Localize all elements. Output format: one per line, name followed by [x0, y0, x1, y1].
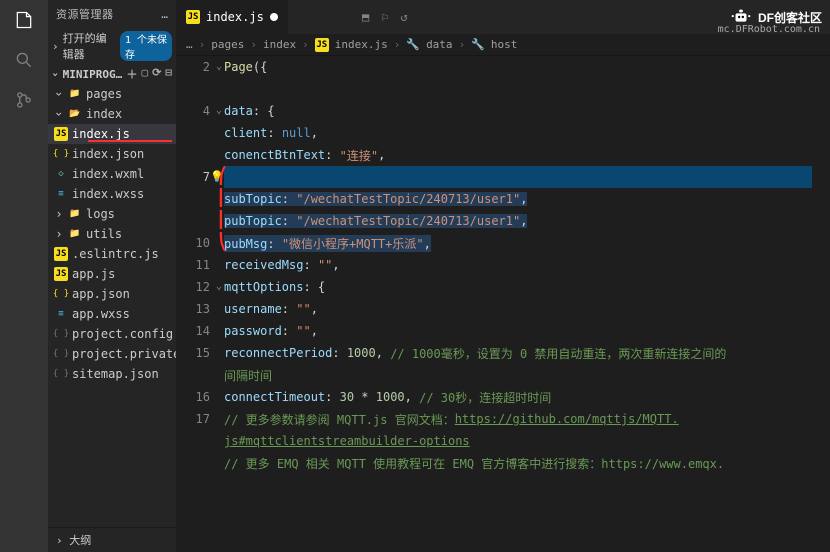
more-icon[interactable]: …: [186, 38, 193, 51]
collapse-icon[interactable]: ⊟: [165, 66, 172, 82]
annotation-red-brace: ⎛: [218, 166, 228, 185]
watermark-subtitle: mc.DFRobot.com.cn: [718, 24, 820, 35]
file-project-private[interactable]: { }project.private.config.js…: [48, 344, 176, 364]
annotation-red-brace: ⎝: [218, 232, 228, 251]
explorer-icon[interactable]: [12, 8, 36, 32]
file-app-wxss[interactable]: ≡app.wxss: [48, 304, 176, 324]
new-folder-icon[interactable]: ▢: [142, 66, 149, 82]
annotation-red-underline: [88, 140, 172, 142]
file-index-wxml[interactable]: ◇index.wxml: [48, 164, 176, 184]
unsaved-badge: 1 个未保存: [120, 31, 172, 61]
sidebar-header: 资源管理器 …: [48, 0, 176, 28]
line-numbers: 2⌄ 4⌄ 7 10 11 12⌄ 13 14 15 16 17: [176, 56, 224, 552]
folder-utils[interactable]: ›📁utils: [48, 224, 176, 244]
folder-index[interactable]: ›📂index: [48, 104, 176, 124]
file-eslintrc[interactable]: JS.eslintrc.js: [48, 244, 176, 264]
project-section-header[interactable]: › MINIPROG… ＋ ▢ ⟳ ⊟: [48, 64, 176, 84]
bookmark-icon[interactable]: ⚐: [381, 10, 388, 24]
tab-label: index.js: [206, 10, 264, 24]
tab-bar: JS index.js ⬒ ⚐ ↺ DF创客社区 mc.DFRobot.com.…: [176, 0, 830, 34]
current-line-highlight: [224, 166, 812, 188]
editor-pane: JS index.js ⬒ ⚐ ↺ DF创客社区 mc.DFRobot.com.…: [176, 0, 830, 552]
outline-section[interactable]: › 大纲: [48, 527, 176, 552]
file-app-js[interactable]: JSapp.js: [48, 264, 176, 284]
folder-pages[interactable]: ›📁pages: [48, 84, 176, 104]
open-changes-icon[interactable]: ⬒: [362, 10, 369, 24]
sidebar-title: 资源管理器: [56, 6, 114, 22]
sidebar: 资源管理器 … › 打开的编辑器 1 个未保存 › MINIPROG… ＋ ▢ …: [48, 0, 176, 552]
activity-bar: [0, 0, 48, 552]
code-area[interactable]: 2⌄ 4⌄ 7 10 11 12⌄ 13 14 15 16 17 💡 ⎛: [176, 56, 830, 552]
file-project-config[interactable]: { }project.config.json: [48, 324, 176, 344]
open-editors-section[interactable]: › 打开的编辑器 1 个未保存: [48, 28, 176, 64]
file-sitemap[interactable]: { }sitemap.json: [48, 364, 176, 384]
search-icon[interactable]: [12, 48, 36, 72]
folder-logs[interactable]: ›📁logs: [48, 204, 176, 224]
file-index-js[interactable]: JSindex.js: [48, 124, 176, 144]
breadcrumbs[interactable]: … ›pages ›index ›JS index.js ›🔧 data ›🔧 …: [176, 34, 830, 56]
unsaved-dot-icon: [270, 13, 278, 21]
tab-index-js[interactable]: JS index.js: [176, 0, 289, 34]
file-index-wxss[interactable]: ≡index.wxss: [48, 184, 176, 204]
annotation-red-brace: ⎜: [218, 210, 228, 229]
more-icon[interactable]: …: [161, 8, 168, 21]
file-app-json[interactable]: { }app.json: [48, 284, 176, 304]
file-tree: ›📁pages ›📂index JSindex.js { }index.json…: [48, 84, 176, 384]
file-index-json[interactable]: { }index.json: [48, 144, 176, 164]
code-lines[interactable]: 💡 ⎛ ⎜ ⎜ ⎝ Page({ data: { client: null, c…: [224, 56, 830, 552]
history-icon[interactable]: ↺: [400, 10, 407, 24]
refresh-icon[interactable]: ⟳: [152, 66, 161, 82]
annotation-red-brace: ⎜: [218, 188, 228, 207]
new-file-icon[interactable]: ＋: [127, 66, 138, 82]
source-control-icon[interactable]: [12, 88, 36, 112]
